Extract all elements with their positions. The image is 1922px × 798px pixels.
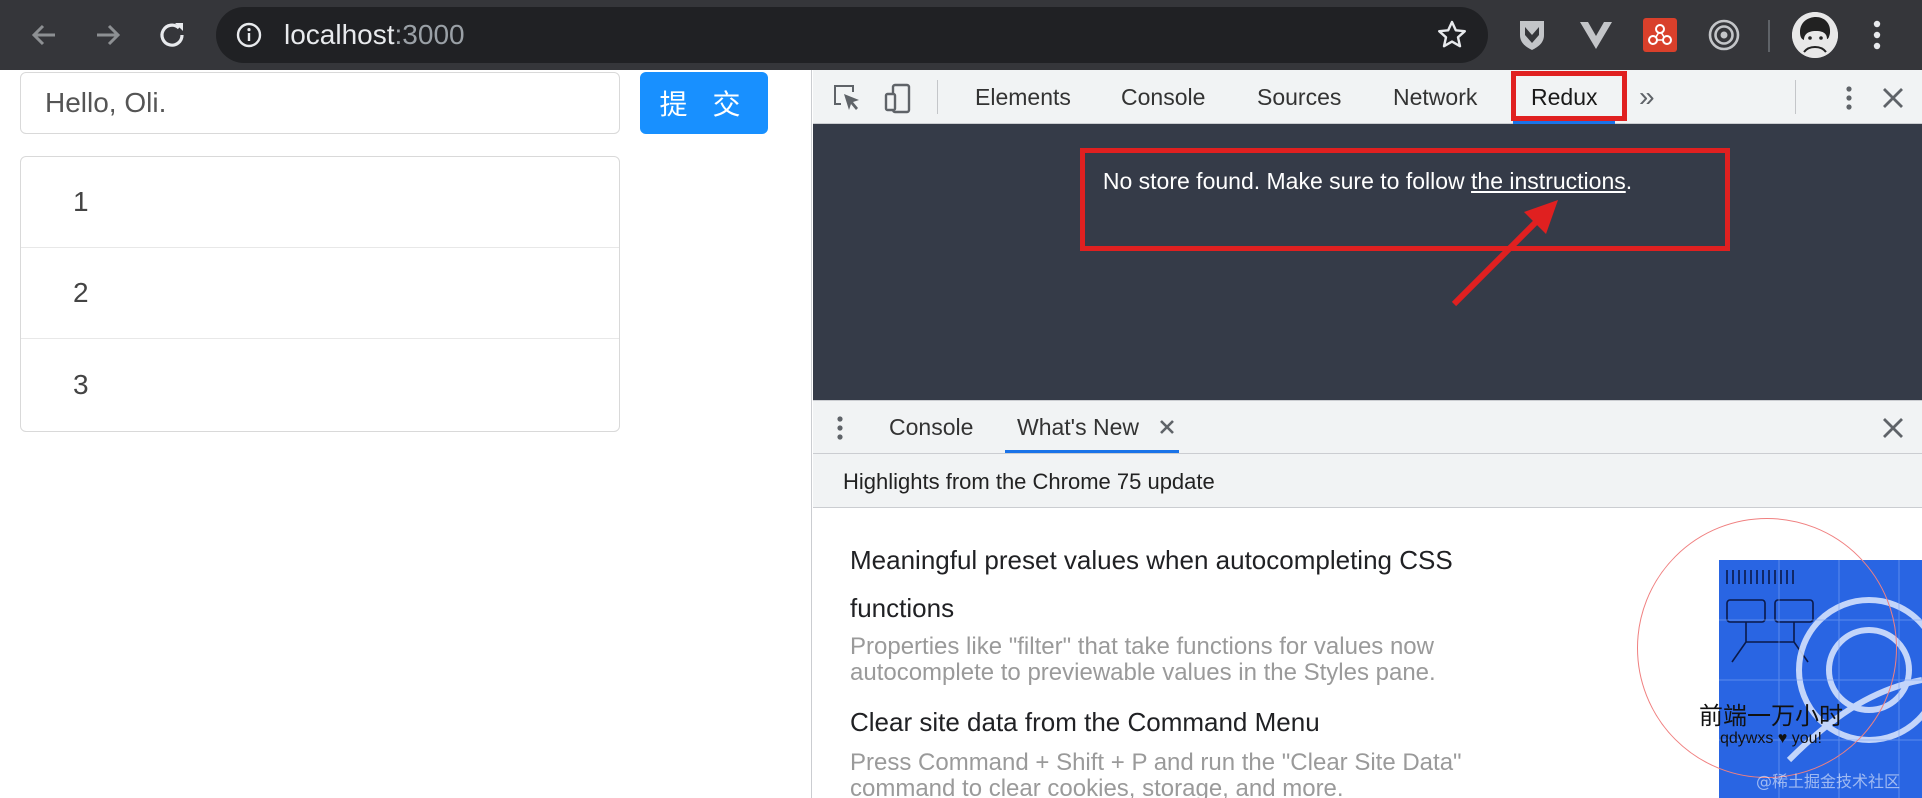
drawer-tab-whats-new[interactable]: What's New <box>1005 401 1179 453</box>
feature-description: Properties like "filter" that take funct… <box>850 633 1436 686</box>
devtools-tab-bar: Elements Console Sources Network Redux » <box>813 70 1922 124</box>
forward-button[interactable] <box>86 13 130 57</box>
star-icon[interactable] <box>1436 19 1468 51</box>
url-text: localhost:3000 <box>284 19 465 50</box>
tab-network[interactable]: Network <box>1393 70 1477 124</box>
reload-icon <box>160 23 184 47</box>
list-item: 2 <box>21 248 619 339</box>
forward-icon <box>97 24 121 46</box>
badge-caption: 前端一万小时 <box>1699 702 1843 730</box>
message-input[interactable] <box>20 72 620 134</box>
tab-separator <box>1795 80 1796 114</box>
item-list: 1 2 3 <box>20 156 620 432</box>
list-item: 1 <box>21 157 619 248</box>
back-icon <box>31 24 55 46</box>
whats-new-header: Highlights from the Chrome 75 update <box>813 454 1922 508</box>
annotation-box-redux-tab <box>1511 71 1627 121</box>
feature-title[interactable]: Meaningful preset values when autocomple… <box>850 536 1530 632</box>
feature-title[interactable]: Clear site data from the Command Menu <box>850 698 1530 746</box>
vue-extension-icon[interactable] <box>1576 15 1616 55</box>
back-button[interactable] <box>22 13 66 57</box>
tab-elements[interactable]: Elements <box>975 70 1071 124</box>
close-drawer-icon[interactable] <box>1877 412 1909 444</box>
annotation-arrow <box>1451 200 1558 307</box>
submit-button[interactable]: 提 交 <box>640 72 768 134</box>
close-devtools-icon[interactable] <box>1877 82 1909 114</box>
annotation-box-message <box>1080 148 1730 251</box>
close-whats-new-icon[interactable] <box>1157 417 1177 437</box>
drawer-tab-console[interactable]: Console <box>889 401 973 453</box>
whats-new-heading: Highlights from the Chrome 75 update <box>843 469 1215 494</box>
promo-badge: 前端一万小时 qdywxs ♥ you! <box>1637 518 1922 798</box>
browser-menu-icon[interactable] <box>1864 13 1890 57</box>
devtools-menu-icon[interactable] <box>1833 82 1865 114</box>
list-item: 3 <box>73 368 89 400</box>
tab-separator <box>937 80 938 114</box>
watermark: @稀土掘金技术社区 <box>1756 772 1901 791</box>
browser-toolbar: localhost:3000 <box>0 0 1922 70</box>
more-tabs-button[interactable]: » <box>1639 70 1655 124</box>
address-bar[interactable]: localhost:3000 <box>216 7 1488 63</box>
whats-new-content: Meaningful preset values when autocomple… <box>813 508 1922 798</box>
toolbar-separator <box>1768 20 1770 52</box>
target-extension-icon[interactable] <box>1704 15 1744 55</box>
drawer-tab-bar: Console What's New <box>813 400 1922 454</box>
feature-description: Press Command + Shift + P and run the "C… <box>850 749 1462 798</box>
shield-extension-icon[interactable] <box>1512 15 1552 55</box>
inspect-element-icon[interactable] <box>831 82 863 114</box>
reload-button[interactable] <box>150 13 194 57</box>
tab-console[interactable]: Console <box>1121 70 1205 124</box>
info-icon[interactable] <box>236 22 262 48</box>
web-page: 提 交 1 2 3 <box>0 70 812 798</box>
drawer-menu-icon[interactable] <box>831 413 849 443</box>
tab-sources[interactable]: Sources <box>1257 70 1341 124</box>
redux-extension-icon[interactable] <box>1640 15 1680 55</box>
badge-subcaption: qdywxs ♥ you! <box>1720 730 1822 747</box>
profile-avatar[interactable] <box>1792 12 1838 58</box>
device-toolbar-icon[interactable] <box>883 82 915 114</box>
